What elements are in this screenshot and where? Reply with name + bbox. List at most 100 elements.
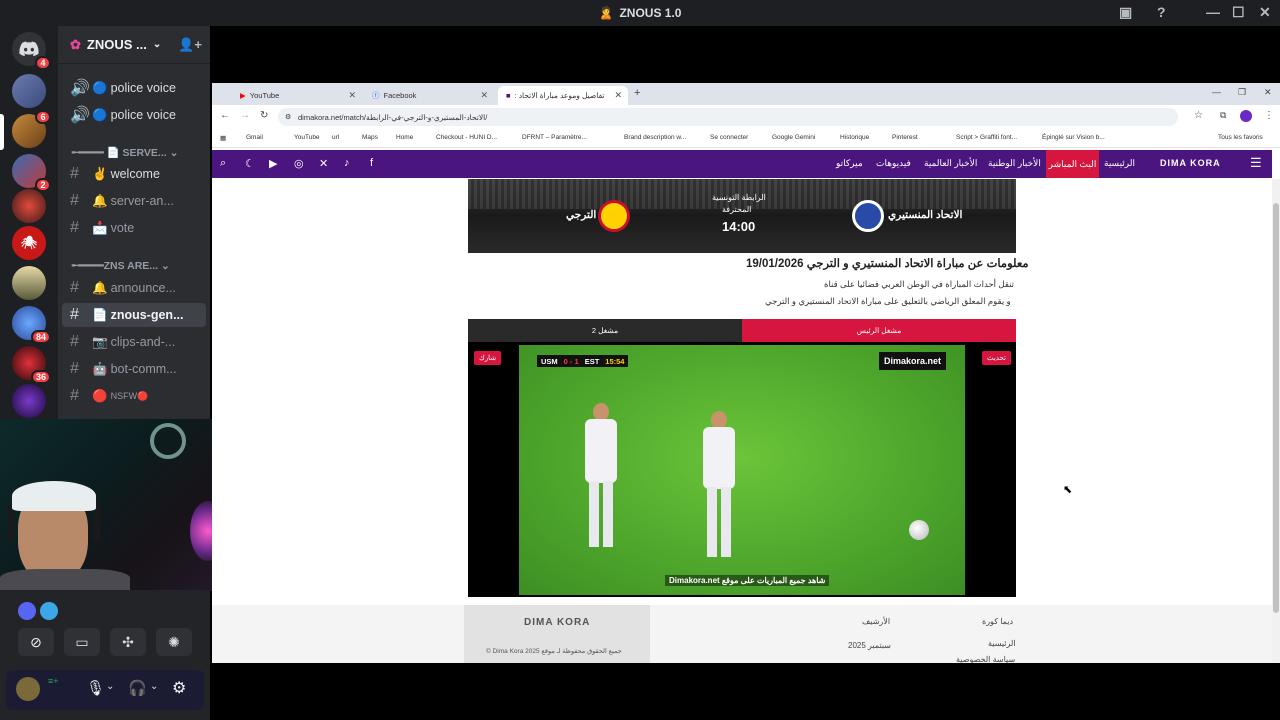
youtube-icon[interactable]: ▶ xyxy=(269,157,277,170)
tab-facebook[interactable]: ⓕ Facebook ✕ xyxy=(364,86,494,105)
facebook-icon[interactable]: f xyxy=(370,157,373,169)
profile-icon[interactable] xyxy=(1240,110,1252,122)
nav-link[interactable]: الأخبار العالمية xyxy=(924,158,977,169)
site-logo[interactable]: DIMA KORA xyxy=(1160,158,1221,168)
text-channel[interactable]: # 📷 clips-and-... xyxy=(58,330,210,354)
close-tab-icon[interactable]: ✕ xyxy=(614,90,622,101)
bookmark-star-icon[interactable]: ☆ xyxy=(1194,110,1203,121)
close-icon[interactable]: ✕ xyxy=(1264,87,1272,98)
maximize-icon[interactable]: ☐ xyxy=(1232,4,1245,21)
settings-gear-icon[interactable]: ⚙ xyxy=(172,678,186,698)
bookmark-item[interactable]: Historique xyxy=(840,134,869,141)
server-icon[interactable]: 36 xyxy=(12,346,51,384)
footer-link[interactable]: سياسة الخصوصية xyxy=(956,655,1015,663)
server-tab-2[interactable]: مشغل 2 xyxy=(468,319,742,342)
discord-home-icon[interactable]: 4 xyxy=(12,32,51,70)
text-channel[interactable]: # 📩 vote xyxy=(58,216,210,240)
chevron-down-icon[interactable]: ⌄ xyxy=(106,681,114,692)
address-bar[interactable]: ⚙ dimakora.net/match/الاتحاد-المستيري-و-… xyxy=(278,108,1178,126)
bookmark-item[interactable]: Maps xyxy=(362,134,378,141)
bookmark-item[interactable]: YouTube xyxy=(294,134,320,141)
video-frame[interactable]: USM 0 - 1 EST 15:54 Dimakora.net شاهد جم… xyxy=(519,345,965,595)
text-channel[interactable]: # 🤖 bot-comm... xyxy=(58,357,210,381)
voice-channel[interactable]: 🔊 🔵 police voice xyxy=(58,103,210,127)
server-tab-main[interactable]: مشغل الرئيس xyxy=(742,319,1016,342)
forward-icon[interactable]: → xyxy=(240,110,250,121)
nav-link[interactable]: ميركاتو xyxy=(836,158,863,169)
server-icon[interactable]: 2 xyxy=(12,154,51,192)
restore-icon[interactable]: ❐ xyxy=(1238,87,1246,98)
channel-category[interactable]: ╾━━━━ 📄 SERVE... ⌄ xyxy=(72,146,178,159)
hamburger-menu-icon[interactable]: ☰ xyxy=(1250,155,1262,171)
refresh-button[interactable]: تحديث xyxy=(982,351,1011,365)
bookmark-item[interactable]: Checkout - HUNI D... xyxy=(436,134,497,141)
nav-link[interactable]: الرئيسية xyxy=(1104,158,1135,169)
bookmark-item[interactable]: Home xyxy=(396,134,413,141)
back-icon[interactable]: ← xyxy=(220,110,230,121)
nav-link[interactable]: فيديوهات xyxy=(876,158,911,169)
nav-link[interactable]: الأخبار الوطنية xyxy=(988,158,1041,169)
server-icon[interactable] xyxy=(12,266,46,300)
text-channel[interactable]: # 🔔 server-an... xyxy=(58,189,210,213)
bookmark-item[interactable]: Épinglé sur Vision b... xyxy=(1042,134,1105,141)
add-member-icon[interactable]: 👤+ xyxy=(178,37,202,53)
activities-button[interactable]: ✣ xyxy=(110,628,146,656)
dark-mode-icon[interactable]: ☾ xyxy=(245,157,255,170)
voice-avatar[interactable] xyxy=(40,602,58,620)
menu-icon[interactable]: ⋮ xyxy=(1264,110,1274,121)
text-channel-selected[interactable]: # 📄 znous-gen... xyxy=(62,303,206,327)
help-icon[interactable]: ? xyxy=(1157,4,1166,20)
apps-grid-icon[interactable]: ▦ xyxy=(220,134,226,142)
server-icon[interactable] xyxy=(12,384,46,418)
new-tab-icon[interactable]: + xyxy=(634,87,640,99)
server-icon[interactable]: 🕷 xyxy=(12,226,46,260)
close-tab-icon[interactable]: ✕ xyxy=(348,90,356,101)
footer-link[interactable]: سبتمبر 2025 xyxy=(848,641,891,650)
server-icon[interactable] xyxy=(12,189,46,223)
soundboard-button[interactable]: ✺ xyxy=(156,628,192,656)
inbox-icon[interactable]: ▣ xyxy=(1119,4,1132,21)
text-channel[interactable]: # 🔴 NSFW🔴 xyxy=(58,384,210,408)
server-icon[interactable]: 6 xyxy=(12,110,51,148)
voice-channel[interactable]: 🔊 🔵 police voice xyxy=(58,76,210,100)
bookmark-item[interactable]: Google Gemini xyxy=(772,134,815,141)
server-icon[interactable] xyxy=(12,74,46,108)
page-scrollbar[interactable] xyxy=(1272,179,1280,663)
screen-share-button[interactable]: ▭ xyxy=(64,628,100,656)
search-icon[interactable]: ⌕ xyxy=(220,157,226,170)
instagram-icon[interactable]: ◎ xyxy=(294,157,304,170)
tiktok-icon[interactable]: ♪ xyxy=(344,157,350,169)
reload-icon[interactable]: ↻ xyxy=(260,110,268,121)
close-icon[interactable]: ✕ xyxy=(1259,4,1271,21)
server-header[interactable]: ✿ ZNOUS ... ⌄ 👤+ xyxy=(58,26,210,64)
x-twitter-icon[interactable]: ✕ xyxy=(319,157,328,170)
bookmark-item[interactable]: url xyxy=(332,134,339,141)
bookmark-item[interactable]: Pinterest xyxy=(892,134,918,141)
minimize-icon[interactable]: — xyxy=(1206,4,1220,20)
scrollbar-thumb[interactable] xyxy=(1273,203,1279,613)
channel-category[interactable]: ╾━━━━ZNS ARE... ⌄ xyxy=(72,260,170,272)
tab-youtube[interactable]: ▶ YouTube ✕ xyxy=(232,86,362,105)
text-channel[interactable]: # ✌️ welcome xyxy=(58,162,210,186)
bookmark-item[interactable]: Script > Graffiti font... xyxy=(956,134,1017,141)
user-avatar[interactable] xyxy=(16,677,40,701)
headphones-icon[interactable]: 🎧 xyxy=(128,679,147,697)
close-tab-icon[interactable]: ✕ xyxy=(480,90,488,101)
nav-link-live[interactable]: البث المباشر xyxy=(1046,150,1099,178)
extensions-icon[interactable]: ⧉ xyxy=(1220,110,1226,121)
bookmark-item[interactable]: Tous les favoris xyxy=(1218,134,1263,141)
tab-dimakora[interactable]: ■ تفاصيل وموعد مباراة الاتحاد : ✕ xyxy=(498,86,628,105)
minimize-icon[interactable]: — xyxy=(1212,87,1221,97)
camera-off-button[interactable]: ⊘ xyxy=(18,628,54,656)
text-channel[interactable]: # 🔔 announce... xyxy=(58,276,210,300)
share-button[interactable]: شارك xyxy=(474,351,502,365)
microphone-icon[interactable]: 🎙 xyxy=(86,679,105,697)
voice-avatar[interactable] xyxy=(18,602,36,620)
chevron-down-icon[interactable]: ⌄ xyxy=(150,681,158,692)
footer-link[interactable]: الرئيسية xyxy=(988,639,1016,648)
server-icon[interactable]: 84 xyxy=(12,306,51,344)
bookmark-item[interactable]: DFRNT – Paramètre... xyxy=(522,134,587,141)
bookmark-item[interactable]: Gmail xyxy=(246,134,263,141)
bookmark-item[interactable]: Se connecter xyxy=(710,134,748,141)
bookmark-item[interactable]: Brand description w... xyxy=(624,134,686,141)
